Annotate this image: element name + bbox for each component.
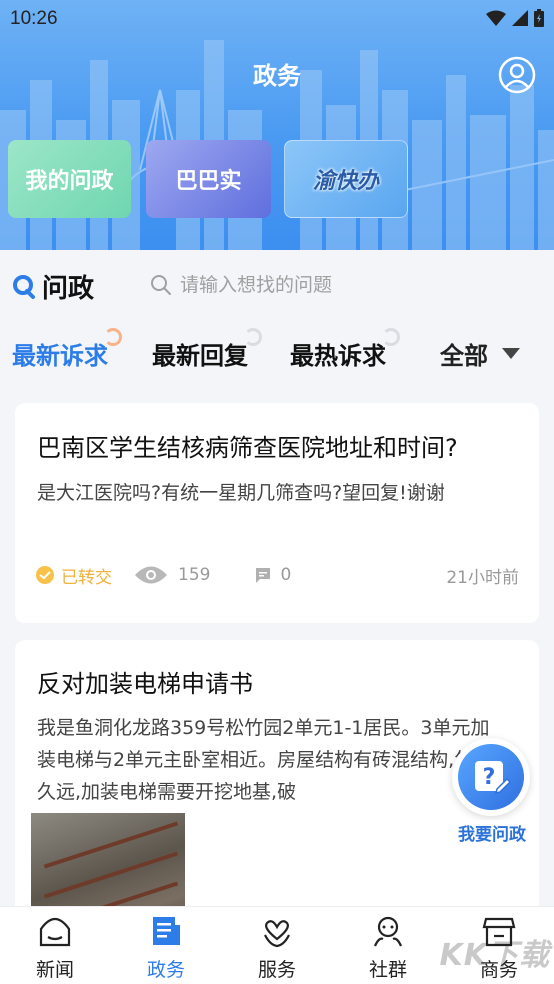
ask-question-icon-wrap: ? [458,744,524,810]
news-icon [39,917,71,947]
watermark: KK下载 [439,938,550,973]
tab-hottest-requests-label: 最热诉求 [290,341,386,370]
tab-decoration [104,328,122,346]
nav-item-government[interactable]: 政务 [121,915,211,982]
signal-icon [512,10,528,26]
babashi-label: 巴巴实 [175,169,242,194]
document-icon [153,917,180,945]
nav-label: 社群 [368,959,407,981]
nav-label: 新闻 [35,959,74,981]
view-count: 159 [134,564,210,586]
eye-icon [135,566,167,584]
post-title: 巴南区学生结核病筛查医院地址和时间? [37,434,458,462]
tab-decoration [382,328,400,346]
status-time: 10:26 [10,8,58,29]
forwarded-icon [36,566,54,584]
view-count-value: 159 [178,565,211,585]
battery-icon [534,9,544,27]
people-icon [373,916,403,947]
chevron-down-icon [502,348,520,359]
tab-latest-replies-label: 最新回复 [152,341,248,370]
tab-decoration [244,328,262,346]
yukuaiban-label: 渝快办 [312,169,379,194]
wenzheng-brand-text: 问政 [42,274,95,304]
search-input[interactable] [180,274,510,296]
header-banner: 10:26 政务 我的问政 巴巴实 渝快办 [0,0,554,250]
babashi-card[interactable]: 巴巴实 [146,140,271,218]
status-badge: 已转交 [35,563,112,588]
post-title: 反对加装电梯申请书 [37,670,253,698]
my-inquiries-card[interactable]: 我的问政 [8,140,131,218]
yukuaiban-card[interactable]: 渝快办 [284,140,408,218]
tab-hottest-requests[interactable]: 最热诉求 [290,328,400,371]
status-icons [486,9,544,27]
nav-item-community[interactable]: 社群 [343,915,433,982]
ask-question-label[interactable]: 我要问政 [450,820,534,845]
wenzheng-logo-icon [13,274,35,299]
post-body: 是大江医院吗?有统一星期几筛查吗?望回复!谢谢 [37,482,445,504]
nav-label: 服务 [257,959,296,981]
status-bar: 10:26 [0,0,554,38]
search-field[interactable] [150,270,530,300]
post-card[interactable]: 巴南区学生结核病筛查医院地址和时间? 是大江医院吗?有统一星期几筛查吗?望回复!… [15,403,539,623]
status-text: 已转交 [61,567,112,588]
profile-icon[interactable] [498,56,536,94]
svg-text:?: ? [483,765,496,790]
nav-item-news[interactable]: 新闻 [10,915,100,982]
filter-label: 全部 [440,342,488,370]
post-time: 21小时前 [446,567,519,588]
tab-latest-replies[interactable]: 最新回复 [152,328,262,371]
my-inquiries-label: 我的问政 [25,169,114,194]
wifi-icon [486,10,506,26]
tab-bar: 最新诉求 最新回复 最热诉求 全部 [0,326,554,386]
search-icon [151,275,171,295]
post-meta: 已转交 159 0 21小时前 [35,561,519,589]
heart-hands-icon [264,920,290,948]
wenzheng-brand: 问政 [12,268,94,305]
comment-icon [256,568,271,583]
filter-dropdown[interactable]: 全部 [440,336,520,371]
comment-count-value: 0 [280,565,292,585]
tab-latest-requests-label: 最新诉求 [12,341,108,370]
tab-latest-requests[interactable]: 最新诉求 [12,328,122,371]
nav-item-services[interactable]: 服务 [232,915,322,982]
post-body: 我是鱼洞化龙路359号松竹园2单元1-1居民。3单元加装电梯与2单元主卧室相近。… [37,717,493,803]
ask-question-button[interactable]: ? [452,738,530,816]
search-row: 问政 [0,250,554,320]
question-edit-icon: ? [475,761,511,795]
nav-label: 政务 [146,959,185,981]
page-title: 政务 [253,62,301,90]
comment-count: 0 [254,565,291,585]
